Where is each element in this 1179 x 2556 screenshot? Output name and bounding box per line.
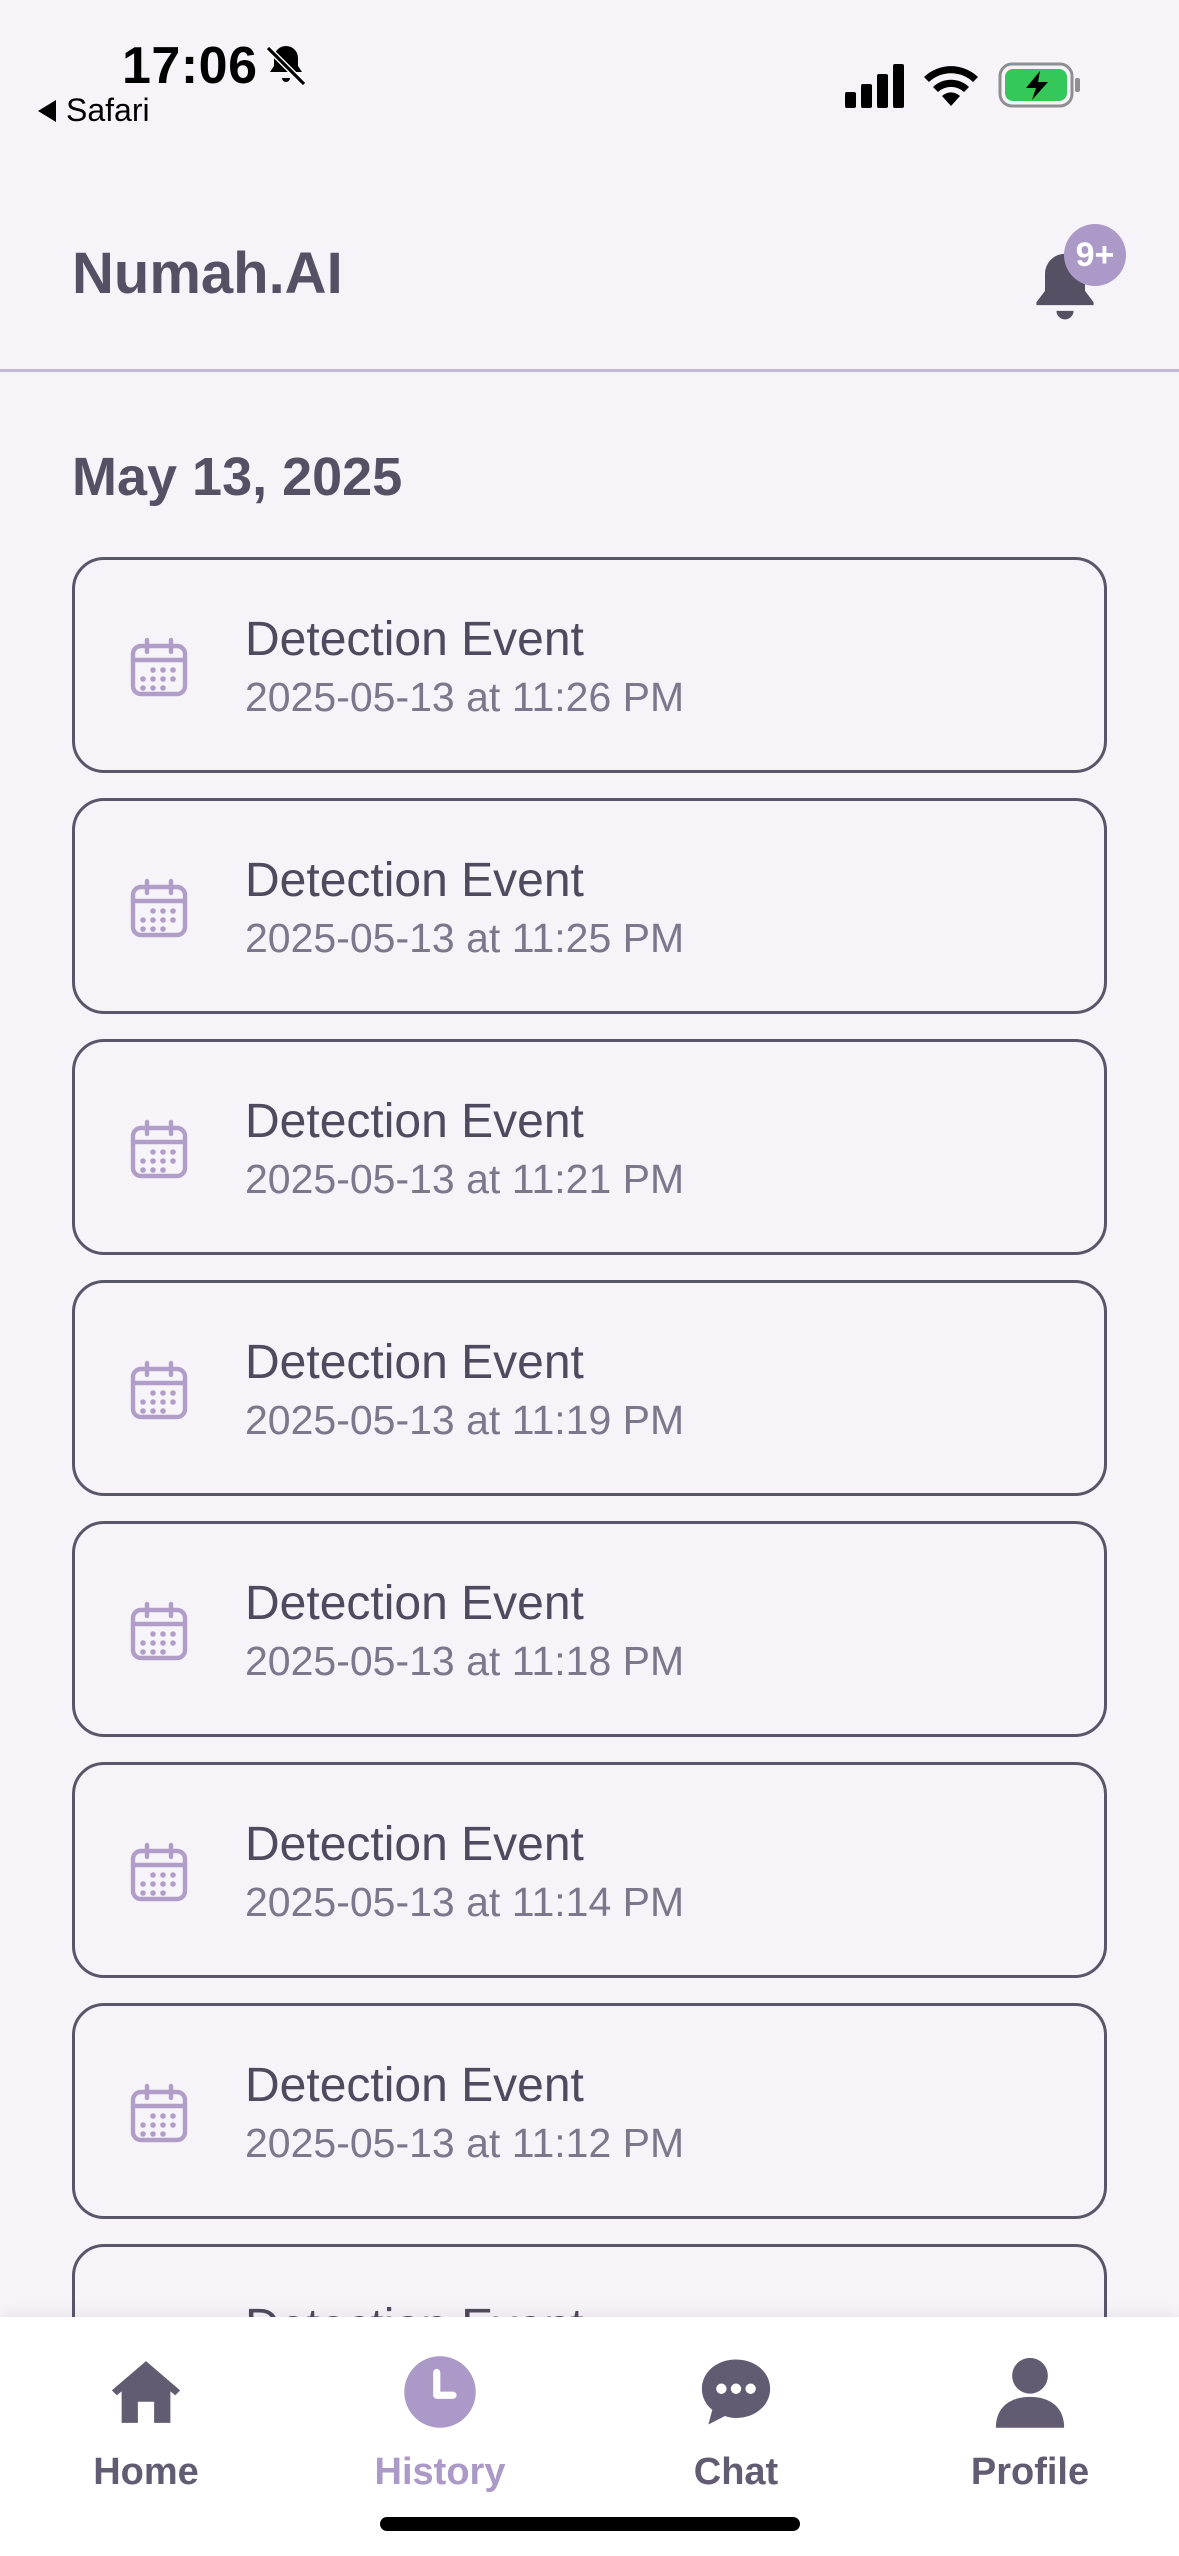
calendar-icon <box>130 1842 188 1902</box>
calendar-icon <box>130 1360 188 1420</box>
bell-slash-icon <box>265 45 307 87</box>
nav-home[interactable]: Home <box>36 2353 256 2494</box>
nav-history-label: History <box>374 2451 506 2493</box>
event-timestamp: 2025-05-13 at 11:14 PM <box>245 1879 685 1925</box>
notification-count-badge: 9+ <box>1064 224 1126 286</box>
event-card[interactable]: Detection Event 2025-05-13 at 11:21 PM <box>72 1039 1107 1255</box>
cellular-signal-icon <box>845 64 904 108</box>
nav-chat[interactable]: Chat <box>626 2353 846 2494</box>
back-to-safari-button[interactable]: Safari <box>38 92 150 129</box>
nav-profile-label: Profile <box>970 2451 1090 2493</box>
event-title: Detection Event <box>245 613 584 666</box>
battery-charging-icon <box>998 62 1080 108</box>
chat-bubble-icon <box>701 2359 771 2425</box>
status-time: 17:06 <box>122 37 258 95</box>
event-title: Detection Event <box>245 2299 584 2317</box>
person-icon <box>995 2357 1065 2428</box>
app-title: Numah.AI <box>72 241 343 306</box>
calendar-icon <box>130 637 188 697</box>
event-timestamp: 2025-05-13 at 11:18 PM <box>245 1638 685 1684</box>
nav-profile[interactable]: Profile <box>920 2353 1140 2494</box>
event-card[interactable]: Detection Event 2025-05-13 at 11:12 PM <box>72 2003 1107 2219</box>
nav-chat-label: Chat <box>693 2451 779 2493</box>
event-card[interactable]: Detection Event 2025-05-13 at 11:25 PM <box>72 798 1107 1014</box>
wifi-icon <box>924 66 978 106</box>
event-card[interactable]: Detection Event 2025-05-13 at 11:26 PM <box>72 557 1107 773</box>
event-title: Detection Event <box>245 2059 584 2112</box>
event-card[interactable]: Detection Event <box>72 2244 1107 2317</box>
nav-home-label: Home <box>93 2451 199 2493</box>
event-title: Detection Event <box>245 1336 584 1389</box>
event-timestamp: 2025-05-13 at 11:21 PM <box>245 1156 685 1202</box>
event-title: Detection Event <box>245 1818 584 1871</box>
back-app-label: Safari <box>66 92 150 128</box>
event-timestamp: 2025-05-13 at 11:25 PM <box>245 915 685 961</box>
clock-icon <box>404 2356 476 2428</box>
calendar-icon <box>130 1119 188 1179</box>
home-icon <box>111 2361 181 2423</box>
date-section-heading: May 13, 2025 <box>72 447 403 507</box>
event-card[interactable]: Detection Event 2025-05-13 at 11:14 PM <box>72 1762 1107 1978</box>
event-card[interactable]: Detection Event 2025-05-13 at 11:18 PM <box>72 1521 1107 1737</box>
event-title: Detection Event <box>245 1095 584 1148</box>
event-title: Detection Event <box>245 854 584 907</box>
event-timestamp: 2025-05-13 at 11:12 PM <box>245 2120 685 2166</box>
event-timestamp: 2025-05-13 at 11:19 PM <box>245 1397 685 1443</box>
back-triangle-icon <box>38 99 56 122</box>
event-card[interactable]: Detection Event 2025-05-13 at 11:19 PM <box>72 1280 1107 1496</box>
calendar-icon <box>130 1601 188 1661</box>
event-title: Detection Event <box>245 1577 584 1630</box>
header-divider <box>0 369 1179 372</box>
calendar-icon <box>130 2083 188 2143</box>
event-list[interactable]: Detection Event 2025-05-13 at 11:26 PM D… <box>72 557 1107 2317</box>
nav-history[interactable]: History <box>330 2353 550 2494</box>
notifications-button[interactable]: 9+ <box>1020 218 1130 328</box>
event-timestamp: 2025-05-13 at 11:26 PM <box>245 674 685 720</box>
home-indicator[interactable] <box>380 2517 800 2531</box>
calendar-icon <box>130 878 188 938</box>
